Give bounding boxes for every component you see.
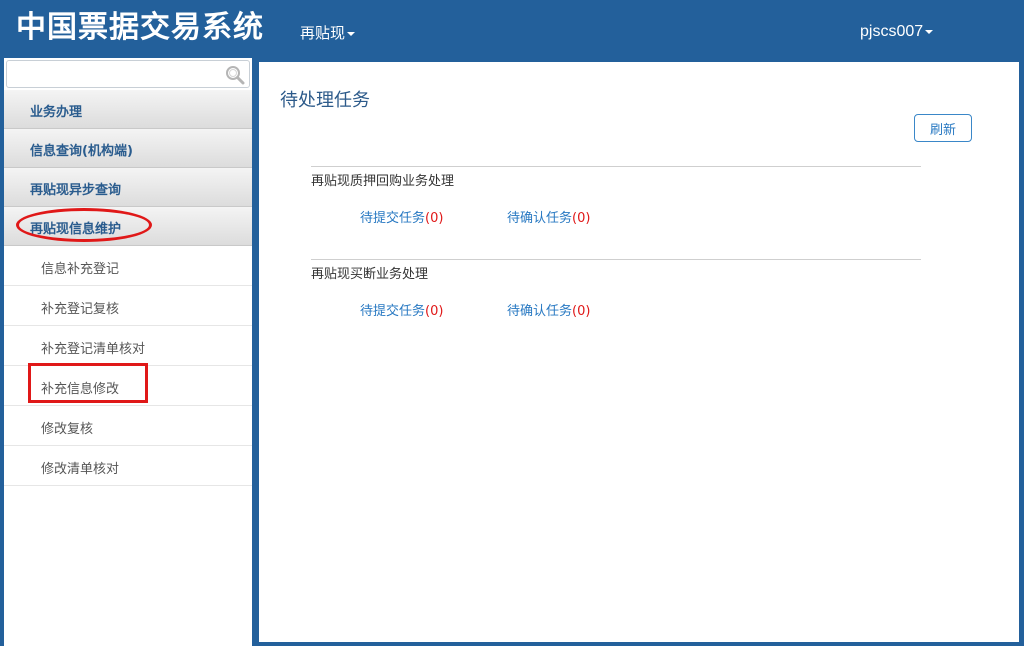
sidebar-item-supplement-list-check[interactable]: 补充登记清单核对 bbox=[4, 326, 252, 366]
task-count: (0) bbox=[572, 211, 591, 226]
sidebar-group-async-query[interactable]: 再贴现异步查询 bbox=[4, 168, 252, 207]
top-bar: 中国票据交易系统 再贴现 pjscs007 bbox=[0, 0, 1024, 58]
sidebar-group-label: 业务办理 bbox=[30, 105, 83, 120]
sidebar-item-supplement-modify[interactable]: 补充信息修改 bbox=[4, 366, 252, 406]
nav-menu-rediscount[interactable]: 再贴现 bbox=[300, 23, 356, 43]
sidebar-item-supplement-review[interactable]: 补充登记复核 bbox=[4, 286, 252, 326]
link-pending-submit-buyout[interactable]: 待提交任务(0) bbox=[360, 300, 443, 319]
page-title: 待处理任务 bbox=[280, 90, 370, 111]
link-label: 待提交任务 bbox=[360, 304, 426, 319]
refresh-button[interactable]: 刷新 bbox=[914, 114, 972, 142]
sidebar-item-modify-list-check[interactable]: 修改清单核对 bbox=[4, 446, 252, 486]
section-title-repo: 再贴现质押回购业务处理 bbox=[311, 174, 455, 189]
user-menu[interactable]: pjscs007 bbox=[860, 22, 934, 42]
sidebar-item-label: 补充登记复核 bbox=[41, 302, 120, 317]
link-label: 待提交任务 bbox=[360, 211, 426, 226]
caret-down-icon bbox=[925, 29, 934, 34]
section-title-buyout: 再贴现买断业务处理 bbox=[311, 267, 429, 282]
sidebar-item-label: 信息补充登记 bbox=[41, 262, 120, 277]
nav-menu-label: 再贴现 bbox=[300, 24, 346, 42]
sidebar-item-label: 修改复核 bbox=[41, 422, 94, 437]
link-pending-confirm-buyout[interactable]: 待确认任务(0) bbox=[507, 300, 590, 319]
sidebar-group-label: 信息查询(机构端) bbox=[30, 144, 133, 159]
sidebar-group-info-query[interactable]: 信息查询(机构端) bbox=[4, 129, 252, 168]
sidebar-item-modify-review[interactable]: 修改复核 bbox=[4, 406, 252, 446]
caret-down-icon bbox=[347, 31, 356, 36]
main-panel: 待处理任务 刷新 再贴现质押回购业务处理 待提交任务(0) 待确认任务(0) 再… bbox=[259, 62, 1019, 642]
content-frame: 业务办理 信息查询(机构端) 再贴现异步查询 再贴现信息维护 信息补充登记 补充… bbox=[0, 58, 1024, 646]
sidebar-group-business[interactable]: 业务办理 bbox=[4, 90, 252, 129]
link-label: 待确认任务 bbox=[507, 211, 573, 226]
user-name: pjscs007 bbox=[860, 23, 924, 40]
sidebar-item-label: 补充信息修改 bbox=[41, 382, 120, 397]
section-divider bbox=[311, 259, 921, 260]
sidebar-group-info-maintenance[interactable]: 再贴现信息维护 bbox=[4, 207, 252, 246]
sidebar-item-label: 补充登记清单核对 bbox=[41, 342, 146, 357]
sidebar-group-label: 再贴现信息维护 bbox=[30, 222, 122, 237]
section-divider bbox=[311, 166, 921, 167]
link-pending-confirm-repo[interactable]: 待确认任务(0) bbox=[507, 207, 590, 226]
task-count: (0) bbox=[425, 211, 444, 226]
sidebar-item-label: 修改清单核对 bbox=[41, 462, 120, 477]
link-pending-submit-repo[interactable]: 待提交任务(0) bbox=[360, 207, 443, 226]
sidebar: 业务办理 信息查询(机构端) 再贴现异步查询 再贴现信息维护 信息补充登记 补充… bbox=[4, 58, 252, 646]
task-count: (0) bbox=[572, 304, 591, 319]
search-box bbox=[6, 60, 250, 88]
search-icon[interactable] bbox=[224, 65, 246, 85]
task-count: (0) bbox=[425, 304, 444, 319]
sidebar-group-label: 再贴现异步查询 bbox=[30, 183, 122, 198]
search-input[interactable] bbox=[11, 64, 211, 84]
sidebar-item-info-supplement[interactable]: 信息补充登记 bbox=[4, 246, 252, 286]
app-title: 中国票据交易系统 bbox=[16, 10, 264, 45]
link-label: 待确认任务 bbox=[507, 304, 573, 319]
